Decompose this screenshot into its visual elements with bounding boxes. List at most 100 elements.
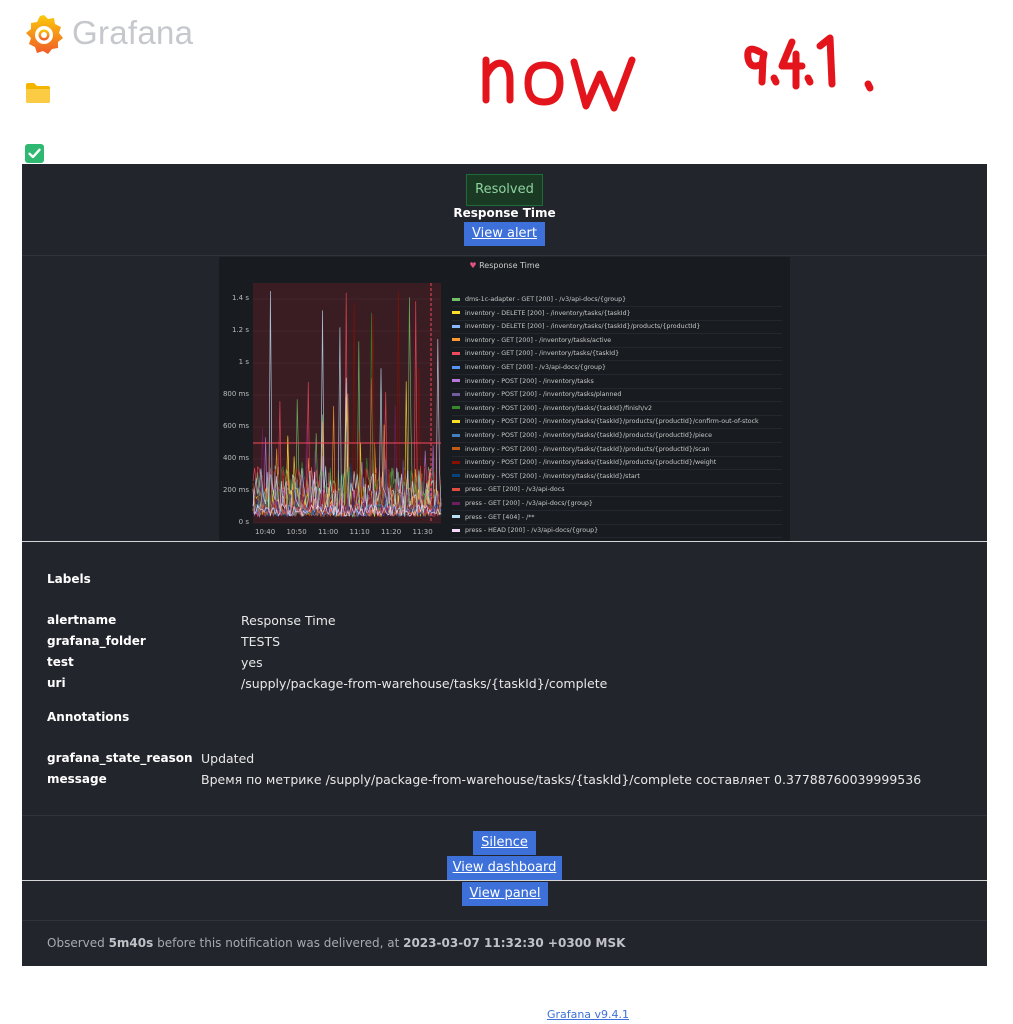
- legend-swatch: [452, 311, 460, 315]
- legend-item[interactable]: inventory - GET [200] - /inventory/tasks…: [452, 348, 619, 360]
- observed-time: 2023-03-07 11:32:30 +0300 MSK: [403, 936, 626, 950]
- legend-item[interactable]: inventory - POST [200] - /inventory/task…: [452, 389, 621, 401]
- legend-swatch: [452, 528, 460, 532]
- alert-title: Response Time: [453, 206, 556, 220]
- label-value: /supply/package-from-warehouse/tasks/{ta…: [241, 676, 608, 691]
- legend-label: inventory - POST [200] - /inventory/task…: [465, 472, 640, 480]
- x-tick-label: 10:40: [255, 528, 276, 536]
- label-value: Response Time: [241, 613, 336, 628]
- legend-label: inventory - POST [200] - /inventory/task…: [465, 432, 712, 439]
- legend-item[interactable]: inventory - GET [200] - /v3/api-docs/{gr…: [452, 362, 606, 374]
- x-tick-label: 11:00: [318, 528, 339, 536]
- legend-swatch: [452, 406, 460, 410]
- legend-item[interactable]: dms-1c-adapter - GET [200] - /v3/api-doc…: [452, 294, 626, 306]
- annotation-value: Время по метрике /supply/package-from-wa…: [201, 772, 922, 787]
- y-tick-label: 1.2 s: [231, 326, 249, 334]
- legend-label: dms-1c-adapter - GET [200] - /v3/api-doc…: [465, 296, 627, 303]
- y-tick-label: 400 ms: [222, 454, 249, 462]
- y-tick-label: 800 ms: [222, 390, 249, 398]
- label-value: TESTS: [241, 634, 281, 649]
- y-tick-label: 1.4 s: [231, 294, 249, 302]
- legend-item[interactable]: inventory - POST [200] - /inventory/task…: [452, 457, 716, 469]
- legend-item[interactable]: inventory - POST [200] - /inventory/task…: [452, 471, 640, 483]
- legend-label: inventory - POST [200] - /inventory/task…: [465, 418, 759, 426]
- legend-item[interactable]: inventory - DELETE [200] - /inventory/ta…: [452, 321, 700, 333]
- legend-label: press - GET [200] - /v3/api-docs/{group}: [465, 500, 593, 507]
- y-tick-label: 0 s: [238, 518, 249, 526]
- check-icon: [25, 144, 44, 163]
- legend-item[interactable]: inventory - POST [200] - /inventory/task…: [452, 416, 759, 428]
- observed-duration: 5m40s: [108, 936, 154, 950]
- legend-label: press - GET [404] - /**: [465, 513, 535, 521]
- label-key: uri: [47, 676, 66, 690]
- legend-swatch: [452, 474, 460, 478]
- annotation-value: Updated: [201, 751, 255, 766]
- legend-label: inventory - POST [200] - /inventory/task…: [465, 377, 594, 385]
- legend-item[interactable]: inventory - POST [200] - /inventory/task…: [452, 376, 594, 388]
- legend-swatch: [452, 297, 460, 301]
- observed-note: Observed 5m40s before this notification …: [47, 936, 625, 950]
- legend-swatch: [452, 460, 460, 464]
- status-badge: Resolved: [466, 174, 543, 206]
- legend-label: inventory - GET [200] - /inventory/tasks…: [465, 350, 620, 358]
- y-tick-label: 200 ms: [222, 486, 249, 494]
- x-tick-label: 11:20: [381, 528, 402, 536]
- divider: [22, 815, 987, 816]
- view-alert-button[interactable]: View alert: [464, 222, 545, 246]
- legend-label: press - HEAD [200] - /v3/api-docs/{group…: [465, 527, 599, 535]
- legend-swatch: [452, 351, 460, 355]
- legend-item[interactable]: inventory - GET [200] - /inventory/tasks…: [452, 335, 611, 347]
- view-panel-button[interactable]: View panel: [462, 882, 548, 906]
- legend-swatch: [452, 338, 460, 342]
- legend-item[interactable]: inventory - POST [200] - /inventory/task…: [452, 444, 710, 456]
- annotations-heading: Annotations: [47, 710, 130, 724]
- legend-swatch: [452, 392, 460, 396]
- view-dashboard-button[interactable]: View dashboard: [447, 856, 562, 880]
- x-tick-label: 10:50: [286, 528, 307, 536]
- observed-middle: before this notification was delivered, …: [157, 936, 400, 950]
- handwritten-annotation: [482, 34, 874, 112]
- legend-item[interactable]: press - GET [404] - /**: [452, 512, 535, 524]
- legend-item[interactable]: press - GET [200] - /v3/api-docs: [452, 484, 565, 496]
- legend-divider: [452, 537, 782, 539]
- x-tick-label: 11:30: [412, 528, 433, 536]
- label-key: grafana_folder: [47, 634, 146, 648]
- legend-item[interactable]: inventory - POST [200] - /inventory/task…: [452, 430, 712, 442]
- alert-notification-card: Resolved Response Time View alert ♥ Resp…: [22, 164, 987, 966]
- y-tick-label: 600 ms: [222, 422, 249, 430]
- legend-swatch: [452, 324, 460, 328]
- legend-swatch: [452, 487, 460, 491]
- divider: [22, 920, 987, 921]
- label-value: yes: [241, 655, 263, 670]
- legend-label: inventory - POST [200] - /inventory/task…: [465, 404, 652, 412]
- silence-button[interactable]: Silence: [473, 831, 536, 855]
- legend-swatch: [452, 501, 460, 505]
- legend-label: inventory - POST [200] - /inventory/task…: [465, 391, 622, 399]
- folder-icon: [26, 83, 50, 103]
- label-key: test: [47, 655, 74, 669]
- labels-heading: Labels: [47, 572, 91, 586]
- legend-label: press - GET [200] - /v3/api-docs: [465, 486, 565, 494]
- legend-swatch: [452, 447, 460, 451]
- legend-label: inventory - POST [200] - /inventory/task…: [465, 459, 717, 467]
- divider: [22, 255, 987, 256]
- legend-item[interactable]: press - HEAD [200] - /v3/api-docs/{group…: [452, 525, 598, 537]
- annotation-key: message: [47, 772, 107, 786]
- y-tick-label: 1 s: [238, 358, 249, 366]
- grafana-version-link[interactable]: Grafana v9.4.1: [0, 1008, 1013, 1021]
- divider: [22, 880, 987, 881]
- legend-swatch: [452, 433, 460, 437]
- legend-label: inventory - POST [200] - /inventory/task…: [465, 445, 710, 453]
- annotation-key: grafana_state_reason: [47, 751, 193, 765]
- chart-panel: ♥ Response Time 1.4 s 1.2 s1 s 800 ms 600 m…: [219, 257, 790, 541]
- legend-item[interactable]: inventory - POST [200] - /inventory/task…: [452, 403, 652, 415]
- label-key: alertname: [47, 613, 117, 627]
- legend-label: inventory - GET [200] - /inventory/tasks…: [465, 336, 612, 344]
- divider: [22, 541, 987, 542]
- x-tick-label: 11:10: [349, 528, 370, 536]
- legend-item[interactable]: inventory - DELETE [200] - /inventory/ta…: [452, 308, 631, 320]
- legend-label: inventory - GET [200] - /v3/api-docs/{gr…: [465, 364, 607, 371]
- logo-text: Grafana: [72, 14, 194, 51]
- legend-swatch: [452, 365, 460, 369]
- legend-item[interactable]: press - GET [200] - /v3/api-docs/{group}: [452, 498, 593, 510]
